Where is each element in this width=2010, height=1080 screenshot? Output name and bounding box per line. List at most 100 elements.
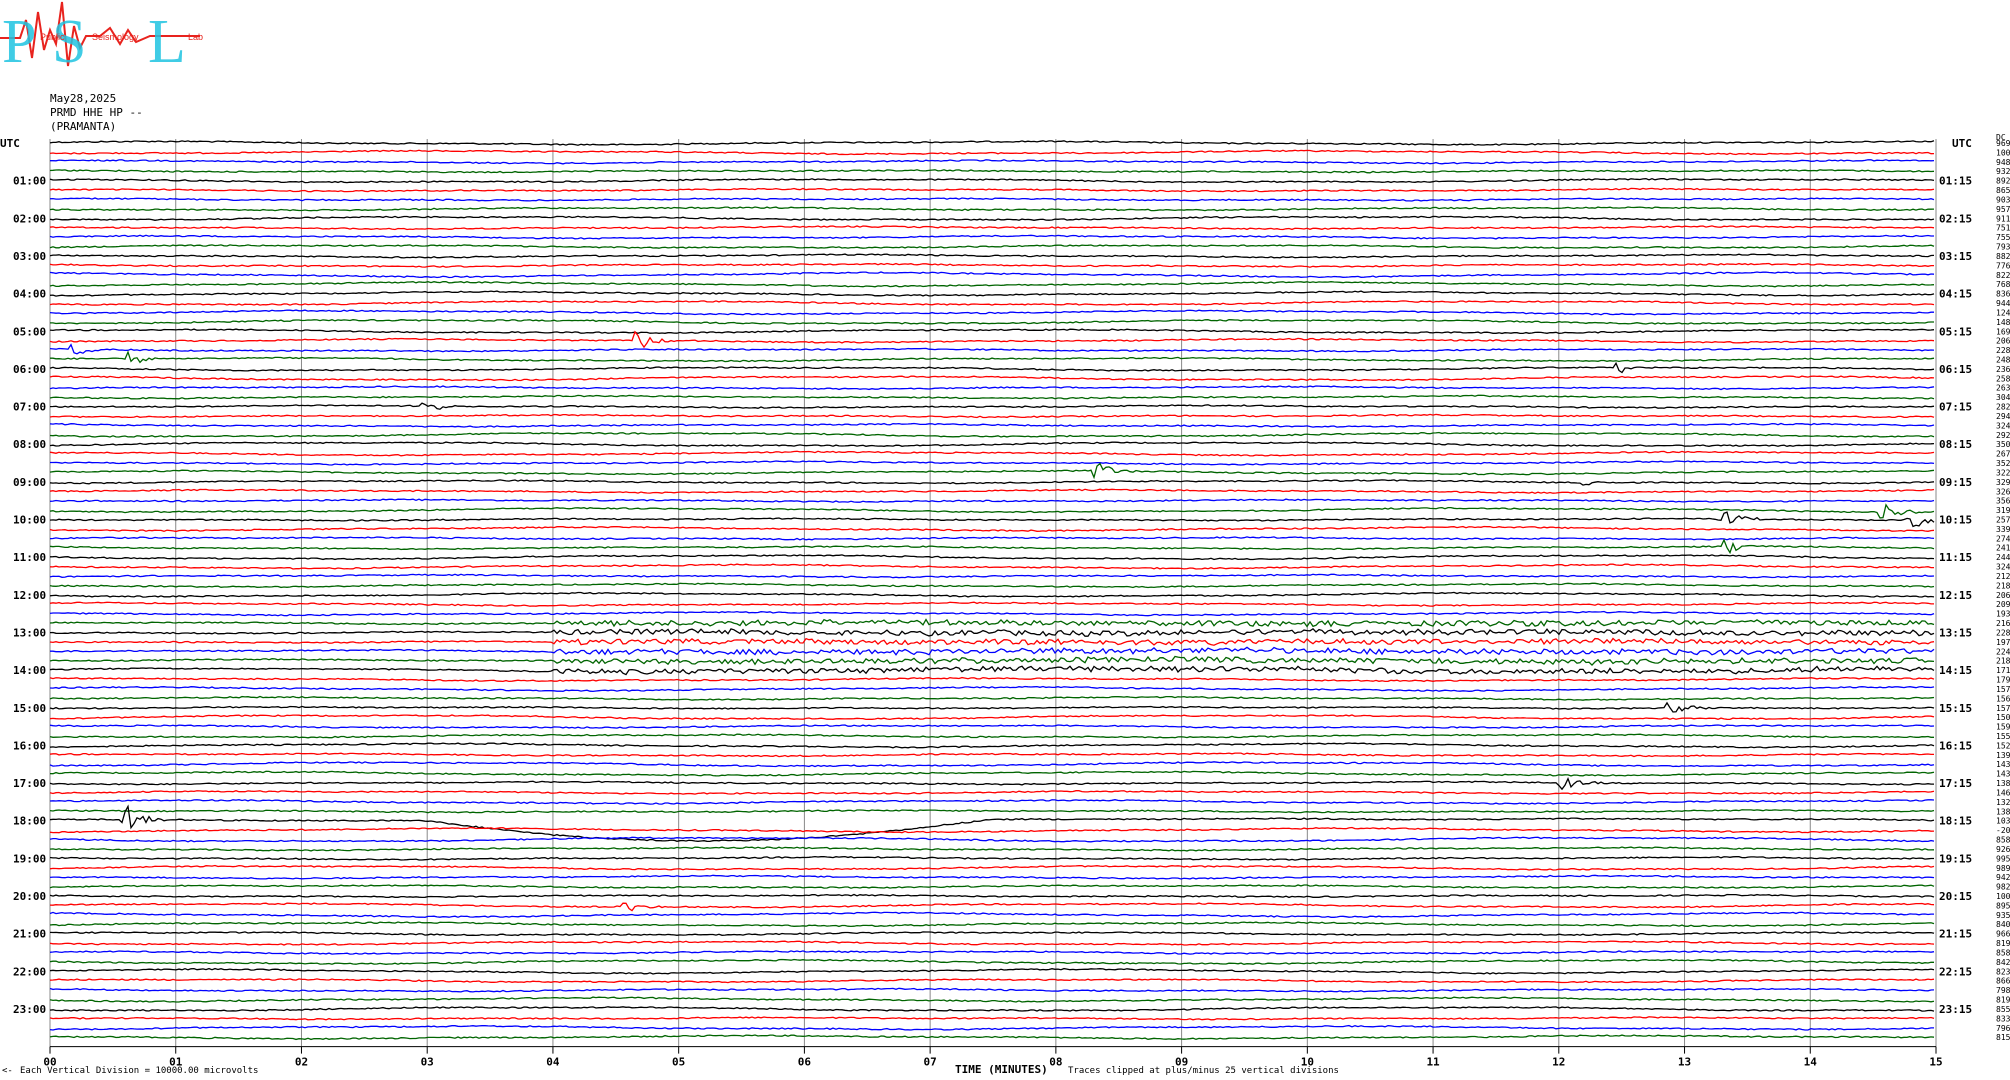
seismogram-trace bbox=[49, 563, 1934, 570]
seismogram-trace bbox=[49, 893, 1935, 899]
seismogram-trace bbox=[49, 234, 1934, 240]
seismogram-trace bbox=[49, 855, 1934, 861]
dc-offset-label: 1388 bbox=[1996, 779, 2010, 788]
right-hour-label: 20:15 bbox=[1939, 890, 1972, 903]
dc-offset-label: 1003 bbox=[1996, 148, 2010, 157]
seismogram-trace bbox=[49, 178, 1935, 184]
dc-offset-label: 1932 bbox=[1996, 610, 2010, 619]
left-hour-label: 10:00 bbox=[13, 514, 46, 527]
dc-offset-label: 776 bbox=[1996, 261, 2010, 270]
dc-offset-label: 944 bbox=[1996, 299, 2010, 308]
dc-offset-label: 982 bbox=[1996, 883, 2010, 892]
dc-offset-label: 865 bbox=[1996, 186, 2010, 195]
dc-offset-label: 3501 bbox=[1996, 440, 2010, 449]
dc-offset-label: 895 bbox=[1996, 901, 2010, 910]
seismogram-trace bbox=[49, 809, 1935, 814]
seismogram-trace bbox=[49, 253, 1935, 259]
dc-offset-label: 2243 bbox=[1996, 647, 2010, 656]
right-hour-label: 22:15 bbox=[1939, 965, 1972, 978]
seismogram-trace bbox=[49, 328, 1935, 335]
seismogram-trace bbox=[49, 799, 1935, 805]
seismogram-trace bbox=[49, 627, 1935, 637]
seismogram-trace bbox=[49, 714, 1935, 721]
seismogram-trace bbox=[50, 159, 1935, 165]
dc-offset-label: 1385 bbox=[1996, 807, 2010, 816]
dc-offset-label: 1466 bbox=[1996, 788, 2010, 797]
dc-offset-label: 823 bbox=[1996, 967, 2010, 976]
seismogram-trace bbox=[49, 846, 1935, 852]
dc-offset-label: 836 bbox=[1996, 290, 2010, 299]
dc-offset-label: 1034 bbox=[1996, 817, 2010, 826]
x-tick-label: 08 bbox=[1049, 1056, 1062, 1069]
dc-offset-label: 858 bbox=[1996, 836, 2010, 845]
left-hour-label: 11:00 bbox=[13, 551, 46, 564]
seismogram-trace bbox=[49, 1034, 1935, 1041]
dc-offset-label: 1248 bbox=[1996, 308, 2010, 317]
dc-offset-label: 2286 bbox=[1996, 346, 2010, 355]
seismogram-trace bbox=[49, 826, 1935, 834]
dc-offset-label: 3565 bbox=[1996, 497, 2010, 506]
seismogram-trace bbox=[49, 790, 1935, 795]
right-hour-label: 14:15 bbox=[1939, 664, 1972, 677]
dc-offset-label: 942 bbox=[1996, 873, 2010, 882]
seismogram-trace bbox=[49, 413, 1935, 419]
clip-note: Traces clipped at plus/minus 25 vertical… bbox=[1068, 1066, 1339, 1076]
left-hour-label: 04:00 bbox=[13, 288, 46, 301]
left-hour-label: 05:00 bbox=[13, 325, 46, 338]
left-hour-label: 02:00 bbox=[13, 212, 46, 225]
dc-offset-label: 2586 bbox=[1996, 374, 2010, 383]
dc-offset-label: 1002 bbox=[1996, 892, 2010, 901]
seismogram-trace bbox=[49, 343, 1935, 355]
seismogram-trace bbox=[49, 330, 1935, 349]
dc-offset-label: 2414 bbox=[1996, 544, 2010, 553]
seismogram-trace bbox=[49, 582, 1935, 589]
x-axis-label: TIME (MINUTES) bbox=[955, 1063, 1048, 1076]
right-hour-label: 13:15 bbox=[1939, 626, 1972, 639]
seismogram-trace bbox=[49, 385, 1935, 391]
seismogram-trace bbox=[49, 1006, 1935, 1012]
dc-offset-label: 798 bbox=[1996, 986, 2010, 995]
dc-offset-label: 796 bbox=[1996, 1024, 2010, 1033]
left-hour-label: 09:00 bbox=[13, 476, 46, 489]
right-hour-label: 06:15 bbox=[1939, 363, 1972, 376]
dc-offset-label: 1567 bbox=[1996, 694, 2010, 703]
right-hour-label: 19:15 bbox=[1939, 852, 1972, 865]
right-hour-label: 08:15 bbox=[1939, 438, 1972, 451]
left-hour-label: 13:00 bbox=[13, 626, 46, 639]
seismogram-trace bbox=[50, 350, 1935, 364]
seismogram-trace bbox=[50, 318, 1934, 325]
dc-offset-label: 911 bbox=[1996, 214, 2010, 223]
helicorder-plot: 9691003948932892865903957911751755793882… bbox=[13, 133, 2010, 1069]
seismogram-trace bbox=[49, 441, 1935, 447]
seismogram-trace bbox=[49, 864, 1935, 871]
seismogram-trace bbox=[49, 290, 1935, 297]
dc-offset-label: 2672 bbox=[1996, 450, 2010, 459]
dc-offset-label: 2283 bbox=[1996, 628, 2010, 637]
dc-offset-label: 2183 bbox=[1996, 581, 2010, 590]
seismogram-trace bbox=[49, 940, 1935, 946]
seismogram-trace bbox=[49, 225, 1935, 231]
dc-offset-label: 822 bbox=[1996, 271, 2010, 280]
dc-offset-label: 2639 bbox=[1996, 384, 2010, 393]
dc-offset-label: 957 bbox=[1996, 205, 2010, 214]
scale-note: Each Vertical Division = 10000.00 microv… bbox=[20, 1066, 259, 1076]
dc-offset-label: 932 bbox=[1996, 167, 2010, 176]
right-hour-label: 04:15 bbox=[1939, 288, 1972, 301]
dc-offset-label: 819 bbox=[1996, 996, 2010, 1005]
left-hour-label: 22:00 bbox=[13, 965, 46, 978]
seismogram-trace bbox=[49, 1016, 1935, 1021]
seismogram-trace bbox=[49, 601, 1934, 607]
dc-offset-label: 866 bbox=[1996, 977, 2010, 986]
seismogram-trace bbox=[49, 958, 1934, 965]
dc-offset-label: 3395 bbox=[1996, 525, 2010, 534]
right-hour-label: 01:15 bbox=[1939, 175, 1972, 188]
dc-offset-label: 819 bbox=[1996, 939, 2010, 948]
seismogram-trace bbox=[49, 733, 1934, 739]
seismogram-trace bbox=[49, 488, 1935, 494]
dc-offset-label: 2161 bbox=[1996, 619, 2010, 628]
right-hour-label: 07:15 bbox=[1939, 401, 1972, 414]
dc-offset-label: 768 bbox=[1996, 280, 2010, 289]
seismogram-trace bbox=[49, 676, 1935, 683]
dc-offset-label: 935 bbox=[1996, 911, 2010, 920]
left-hour-label: 21:00 bbox=[13, 928, 46, 941]
